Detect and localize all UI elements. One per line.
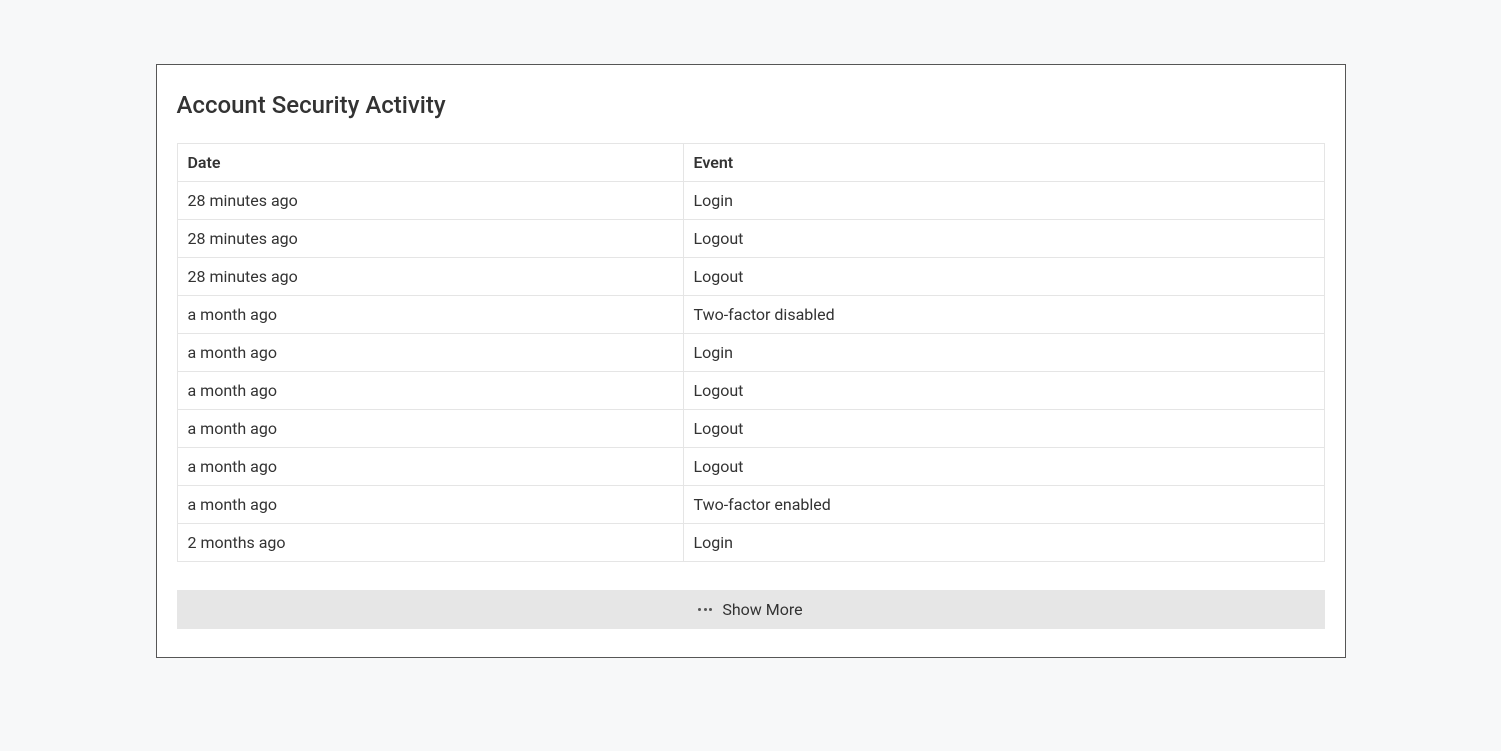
cell-event: Two-factor disabled — [683, 296, 1324, 334]
table-row: a month agoTwo-factor enabled — [177, 486, 1324, 524]
cell-event: Login — [683, 334, 1324, 372]
ellipsis-icon — [698, 608, 712, 611]
cell-event: Two-factor enabled — [683, 486, 1324, 524]
cell-date: a month ago — [177, 296, 683, 334]
cell-event: Logout — [683, 220, 1324, 258]
cell-event: Logout — [683, 448, 1324, 486]
show-more-label: Show More — [722, 600, 802, 619]
table-row: a month agoLogout — [177, 448, 1324, 486]
cell-date: 28 minutes ago — [177, 182, 683, 220]
security-activity-card: Account Security Activity Date Event 28 … — [156, 64, 1346, 658]
cell-event: Logout — [683, 258, 1324, 296]
cell-event: Logout — [683, 410, 1324, 448]
cell-date: a month ago — [177, 486, 683, 524]
cell-date: a month ago — [177, 410, 683, 448]
cell-event: Login — [683, 182, 1324, 220]
cell-date: a month ago — [177, 334, 683, 372]
cell-event: Login — [683, 524, 1324, 562]
cell-date: 2 months ago — [177, 524, 683, 562]
activity-table: Date Event 28 minutes agoLogin28 minutes… — [177, 143, 1325, 562]
table-row: 2 months agoLogin — [177, 524, 1324, 562]
cell-date: 28 minutes ago — [177, 220, 683, 258]
cell-date: a month ago — [177, 448, 683, 486]
table-row: a month agoLogout — [177, 372, 1324, 410]
table-header-row: Date Event — [177, 144, 1324, 182]
table-row: a month agoLogout — [177, 410, 1324, 448]
table-row: 28 minutes agoLogout — [177, 220, 1324, 258]
show-more-button[interactable]: Show More — [177, 590, 1325, 629]
table-row: 28 minutes agoLogout — [177, 258, 1324, 296]
table-row: a month agoTwo-factor disabled — [177, 296, 1324, 334]
cell-date: 28 minutes ago — [177, 258, 683, 296]
cell-date: a month ago — [177, 372, 683, 410]
table-header-event: Event — [683, 144, 1324, 182]
table-header-date: Date — [177, 144, 683, 182]
cell-event: Logout — [683, 372, 1324, 410]
table-row: a month agoLogin — [177, 334, 1324, 372]
card-title: Account Security Activity — [177, 85, 1325, 119]
table-row: 28 minutes agoLogin — [177, 182, 1324, 220]
